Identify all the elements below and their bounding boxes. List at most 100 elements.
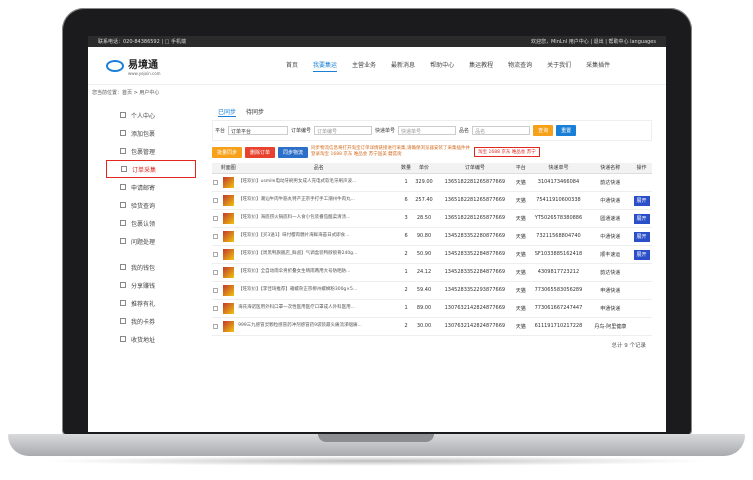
sidebar-item-address[interactable]: 收货地址	[106, 330, 196, 348]
quantity: 1	[399, 173, 413, 192]
sidebar-item-package-manage[interactable]: 包裹管理	[106, 142, 196, 160]
nav-ship[interactable]: 我要集运	[313, 60, 338, 72]
orders-table: 封面图 品名 数量 单价 订单编号 平台 快递单号 快递名称 操作 【旺欢价】u…	[212, 163, 652, 336]
product-thumbnail	[222, 266, 234, 278]
user-links[interactable]: 欢迎您，MinLnl 用户中心 | 退出 | 帮助中心 languages	[531, 38, 656, 45]
sidebar-item-order-collect[interactable]: 订单采集	[106, 160, 196, 178]
square-icon	[120, 336, 126, 342]
order-input[interactable]: 订单编号	[314, 126, 373, 135]
nav-plugin[interactable]: 采集插件	[586, 60, 610, 72]
nav-tracking[interactable]: 物流查询	[508, 60, 532, 72]
product-thumbnail	[222, 230, 234, 242]
order-number: 1365182281265877669	[435, 173, 515, 192]
sync-logistics-button[interactable]: 同步物流	[278, 146, 309, 158]
platform-highlight: 淘宝 1688 京东 唯品会 苏宁	[474, 147, 540, 157]
contact-info: 联系电话：020-84386592 | □ 手机端	[98, 39, 186, 45]
order-number: 1365182281265877669	[435, 209, 515, 228]
platform: 天猫	[514, 191, 528, 210]
quantity: 1	[399, 299, 413, 318]
filter-bar: 平台 订单平台 订单编号 订单编号 快递单号 快递单号 品名 品名 查询 重置	[212, 120, 652, 141]
col-courier: 快递名称	[589, 163, 632, 174]
expand-button[interactable]: 展开	[633, 249, 650, 260]
square-icon	[120, 300, 126, 306]
courier-name: 圆通速递	[589, 209, 632, 228]
row-checkbox[interactable]	[212, 251, 218, 257]
laptop-shadow	[40, 456, 713, 466]
nav-home[interactable]: 首页	[286, 60, 298, 72]
platform: 天猫	[514, 281, 528, 300]
express-number: 773061667247447	[527, 299, 590, 318]
square-icon	[120, 202, 126, 208]
sidebar-item-issues[interactable]: 问题处理	[106, 232, 196, 250]
col-platform: 平台	[514, 163, 528, 174]
logo[interactable]: 易境通 www.yejoin.com	[106, 56, 256, 76]
express-label: 快递单号	[375, 128, 396, 134]
product-name: 【旺欢价】潮汕牛肉牛筋丸特产正宗手打手工潮州牛肉丸...	[238, 191, 400, 210]
tab-synced[interactable]: 已同步	[218, 107, 237, 117]
sidebar-item-claim[interactable]: 包裹认领	[106, 214, 196, 232]
expand-button[interactable]: 展开	[633, 231, 650, 242]
unit-price: 24.12	[412, 263, 436, 282]
product-thumbnail	[222, 284, 234, 296]
unit-price: 329.00	[412, 173, 436, 192]
row-checkbox[interactable]	[212, 287, 218, 293]
name-input[interactable]: 品名	[472, 126, 531, 135]
square-icon	[120, 264, 126, 270]
express-number: 611191710217228	[527, 317, 590, 336]
row-checkbox[interactable]	[212, 269, 218, 275]
row-checkbox[interactable]	[212, 197, 218, 203]
square-icon	[120, 318, 126, 324]
logo-url: www.yejoin.com	[128, 70, 161, 76]
sidebar-item-add-package[interactable]: 添加包裹	[106, 124, 196, 142]
col-price: 单价	[412, 163, 436, 174]
order-number: 1345283352284877669	[435, 263, 515, 282]
sidebar-item-referral[interactable]: 推荐有礼	[106, 294, 196, 312]
row-checkbox[interactable]	[212, 305, 218, 311]
order-label: 订单编号	[291, 128, 312, 134]
express-number: SF1033885162418	[527, 245, 590, 264]
express-number: 73211568804740	[527, 227, 590, 246]
table-row: 【旺欢价】usmile电动牙刷男女成人充电式软毛牙刷声波... 1 329.00 13…	[212, 173, 652, 192]
batch-sync-button[interactable]: 批量同步	[212, 146, 243, 158]
laptop-notch	[318, 434, 434, 442]
row-checkbox[interactable]	[212, 233, 218, 239]
product-name: 【旺欢价】usmile电动牙刷男女成人充电式软毛牙刷声波...	[238, 173, 400, 192]
quantity: 2	[399, 317, 413, 336]
product-name: 【旺欢价】【周黑鸭旗舰店_鲜卤】气调盒装鸭脖锁骨240g...	[238, 245, 400, 264]
sidebar-item-wallet[interactable]: 我的钱包	[106, 258, 196, 276]
sidebar-item-share[interactable]: 分享赚钱	[106, 276, 196, 294]
row-checkbox[interactable]	[212, 179, 218, 185]
nav-about[interactable]: 关于我们	[547, 60, 571, 72]
row-checkbox[interactable]	[212, 215, 218, 221]
total-count: 总计 9 个记录	[611, 342, 647, 349]
tab-pending[interactable]: 待同步	[246, 107, 264, 117]
courier-name: 中通快递	[589, 191, 632, 210]
express-input[interactable]: 快递单号	[398, 126, 457, 135]
table-row: 999三九感冒灵颗粒感冒药冲剂感冒药9袋装最头痛流涕咽痛... 2 30.00 130…	[212, 317, 652, 336]
sidebar-item-personal[interactable]: 个人中心	[106, 106, 196, 124]
courier-name: 韵达快递	[589, 173, 632, 192]
row-checkbox[interactable]	[212, 323, 218, 329]
search-button[interactable]: 查询	[533, 125, 554, 136]
platform-select[interactable]: 订单平台	[228, 126, 289, 135]
table-row: 【旺欢价】潮汕牛肉牛筋丸特产正宗手打手工潮州牛肉丸... 6 257.40 13651…	[212, 191, 652, 210]
col-express: 快递单号	[527, 163, 590, 174]
platform: 天猫	[514, 227, 528, 246]
product-name: 999三九感冒灵颗粒感冒药冲剂感冒药9袋装最头痛流涕咽痛...	[238, 317, 400, 336]
nav-tutorial[interactable]: 集运教程	[469, 60, 493, 72]
delete-order-button[interactable]: 删除订单	[245, 146, 276, 158]
quantity: 6	[399, 191, 413, 210]
sidebar-item-apply-mail[interactable]: 申请邮寄	[106, 178, 196, 196]
quantity: 6	[399, 227, 413, 246]
sidebar-item-coupons[interactable]: 我的卡券	[106, 312, 196, 330]
order-number: 1345283352280877669	[435, 227, 515, 246]
nav-news[interactable]: 最新消息	[391, 60, 415, 72]
reset-button[interactable]: 重置	[556, 125, 577, 136]
expand-button[interactable]: 展开	[633, 213, 650, 224]
table-row: 【旺欢价】全自动雨伞男折叠女生晴雨两用大号防晒防... 1 24.12 1345283…	[212, 263, 652, 282]
table-row: 【旺欢价】【李佳琦推荐】箱螺杂正宗柳州螺蛳粉300g×5... 2 59.40 134…	[212, 281, 652, 300]
expand-button[interactable]: 展开	[633, 195, 650, 206]
nav-help[interactable]: 帮助中心	[430, 60, 454, 72]
sidebar-item-inspection[interactable]: 验货查询	[106, 196, 196, 214]
nav-business[interactable]: 主营业务	[352, 60, 376, 72]
